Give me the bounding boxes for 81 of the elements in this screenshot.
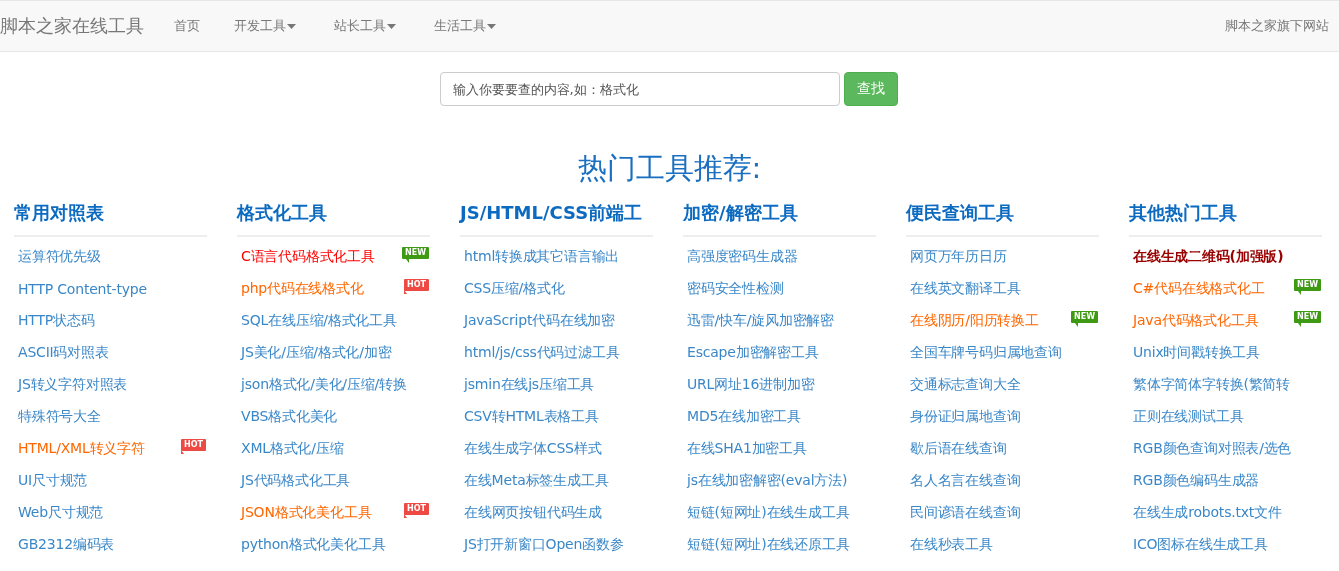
tool-link[interactable]: 在线SHA1加密工具	[687, 440, 807, 458]
caret-icon	[387, 23, 396, 29]
tool-link[interactable]: Escape加密解密工具	[687, 344, 819, 362]
tool-link[interactable]: HTTP Content-type	[18, 281, 147, 297]
tool-link[interactable]: VBS格式化美化	[241, 408, 338, 426]
tool-link[interactable]: Unix时间戳转换工具	[1133, 344, 1261, 362]
tool-link[interactable]: HTML/XML转义字符	[18, 440, 145, 458]
tool-link[interactable]: 在线秒表工具	[910, 536, 993, 554]
tool-link[interactable]: ICO图标在线生成工具	[1133, 536, 1268, 554]
tool-link[interactable]: 短链(短网址)在线还原工具	[687, 536, 850, 554]
tool-link[interactable]: 在线网页按钮代码生成	[464, 504, 602, 522]
tool-link[interactable]: 在线英文翻译工具	[910, 280, 1021, 298]
tool-link[interactable]: URL网址16进制加密	[687, 376, 815, 394]
column-title: 加密/解密工具	[683, 201, 876, 237]
site-brand[interactable]: 脚本之家在线工具	[0, 14, 144, 38]
nav-link[interactable]: 脚本之家旗下网站	[1225, 17, 1329, 35]
hot-badge: HOT	[181, 439, 206, 451]
tool-link[interactable]: 全国车牌号码归属地查询	[910, 344, 1062, 362]
tool-link[interactable]: C语言代码格式化工具	[241, 248, 375, 266]
nav-menu[interactable]: 站长工具	[330, 17, 418, 35]
tool-link[interactable]: jsmin在线js压缩工具	[464, 376, 595, 394]
tool-link[interactable]: RGB颜色查询对照表/选色	[1133, 440, 1292, 458]
tool-link[interactable]: JS转义字符对照表	[18, 376, 128, 394]
hot-badge: HOT	[404, 503, 429, 515]
tool-link[interactable]: JS打开新窗口Open函数参	[464, 536, 624, 554]
tool-link[interactable]: 交通标志查询大全	[910, 376, 1021, 394]
tool-link[interactable]: 在线Meta标签生成工具	[464, 472, 609, 490]
hot-badge: HOT	[404, 279, 429, 291]
column-title: 格式化工具	[237, 201, 430, 237]
nav-menu[interactable]: 生活工具	[430, 17, 518, 35]
tool-link[interactable]: CSV转HTML表格工具	[464, 408, 599, 426]
column-title: JS/HTML/CSS前端工	[460, 201, 653, 237]
tool-link[interactable]: 民间谚语在线查询	[910, 504, 1021, 522]
tool-link[interactable]: GB2312编码表	[18, 536, 115, 554]
tool-link[interactable]: 密码安全性检测	[687, 280, 784, 298]
nav-menu[interactable]: 开发工具	[230, 17, 318, 35]
tool-link[interactable]: XML格式化/压缩	[241, 440, 344, 458]
tool-link[interactable]: JavaScript代码在线加密	[464, 312, 615, 330]
tool-link[interactable]: 在线阴历/阳历转换工	[910, 312, 1039, 330]
tool-link[interactable]: 名人名言在线查询	[910, 472, 1021, 490]
tool-link[interactable]: html/js/css代码过滤工具	[464, 344, 620, 362]
tool-link[interactable]: js在线加密解密(eval方法)	[687, 472, 848, 490]
column-title: 其他热门工具	[1129, 201, 1322, 237]
tool-link[interactable]: 身份证归属地查询	[910, 408, 1021, 426]
tool-link[interactable]: Java代码格式化工具	[1133, 312, 1259, 330]
tool-link[interactable]: 特殊符号大全	[18, 408, 101, 426]
tool-link[interactable]: 歇后语在线查询	[910, 440, 1007, 458]
tool-link[interactable]: SQL在线压缩/格式化工具	[241, 312, 397, 330]
column-title: 便民查询工具	[906, 201, 1099, 237]
tool-link[interactable]: json格式化/美化/压缩/转换	[241, 376, 407, 394]
tool-link[interactable]: CSS压缩/格式化	[464, 280, 565, 298]
tool-link[interactable]: 网页万年历日历	[910, 248, 1007, 266]
tool-link[interactable]: RGB颜色编码生成器	[1133, 472, 1260, 490]
caret-icon	[487, 23, 496, 29]
tool-link[interactable]: Web尺寸规范	[18, 504, 104, 522]
tool-link[interactable]: JS美化/压缩/格式化/加密	[241, 344, 392, 362]
tool-link[interactable]: JS代码格式化工具	[241, 472, 351, 490]
tool-link[interactable]: HTTP状态码	[18, 312, 95, 330]
tool-link[interactable]: php代码在线格式化	[241, 280, 364, 298]
tool-link[interactable]: 繁体字简体字转换(繁简转	[1133, 376, 1291, 394]
tool-link[interactable]: JSON格式化美化工具	[241, 504, 372, 522]
tool-link[interactable]: 高强度密码生成器	[687, 248, 798, 266]
search-field[interactable]: 输入你要要查的内容,如：格式化	[439, 72, 840, 106]
tool-link[interactable]: 运算符优先级	[18, 248, 101, 266]
tool-link[interactable]: python格式化美化工具	[241, 536, 386, 554]
tool-link[interactable]: 在线生成二维码(加强版)	[1133, 248, 1284, 266]
tool-link[interactable]: 正则在线测试工具	[1133, 408, 1244, 426]
column-title: 常用对照表	[14, 201, 207, 237]
tool-link[interactable]: ASCII码对照表	[18, 344, 109, 362]
tool-link[interactable]: 短链(短网址)在线生成工具	[687, 504, 850, 522]
tool-link[interactable]: MD5在线加密工具	[687, 408, 801, 426]
search-button[interactable]: 查找	[843, 72, 898, 106]
tool-link[interactable]: UI尺寸规范	[18, 472, 88, 490]
section-heading: 热门工具推荐:	[576, 150, 763, 187]
tool-link[interactable]: C#代码在线格式化工	[1133, 280, 1265, 298]
tool-link[interactable]: 在线生成字体CSS样式	[464, 440, 602, 458]
tool-link[interactable]: 在线生成robots.txt文件	[1133, 504, 1282, 522]
caret-icon	[287, 23, 296, 29]
tool-link[interactable]: 迅雷/快车/旋风加密解密	[687, 312, 835, 330]
tool-link[interactable]: html转换成其它语言输出	[464, 248, 620, 266]
nav-link[interactable]: 首页	[170, 17, 222, 35]
